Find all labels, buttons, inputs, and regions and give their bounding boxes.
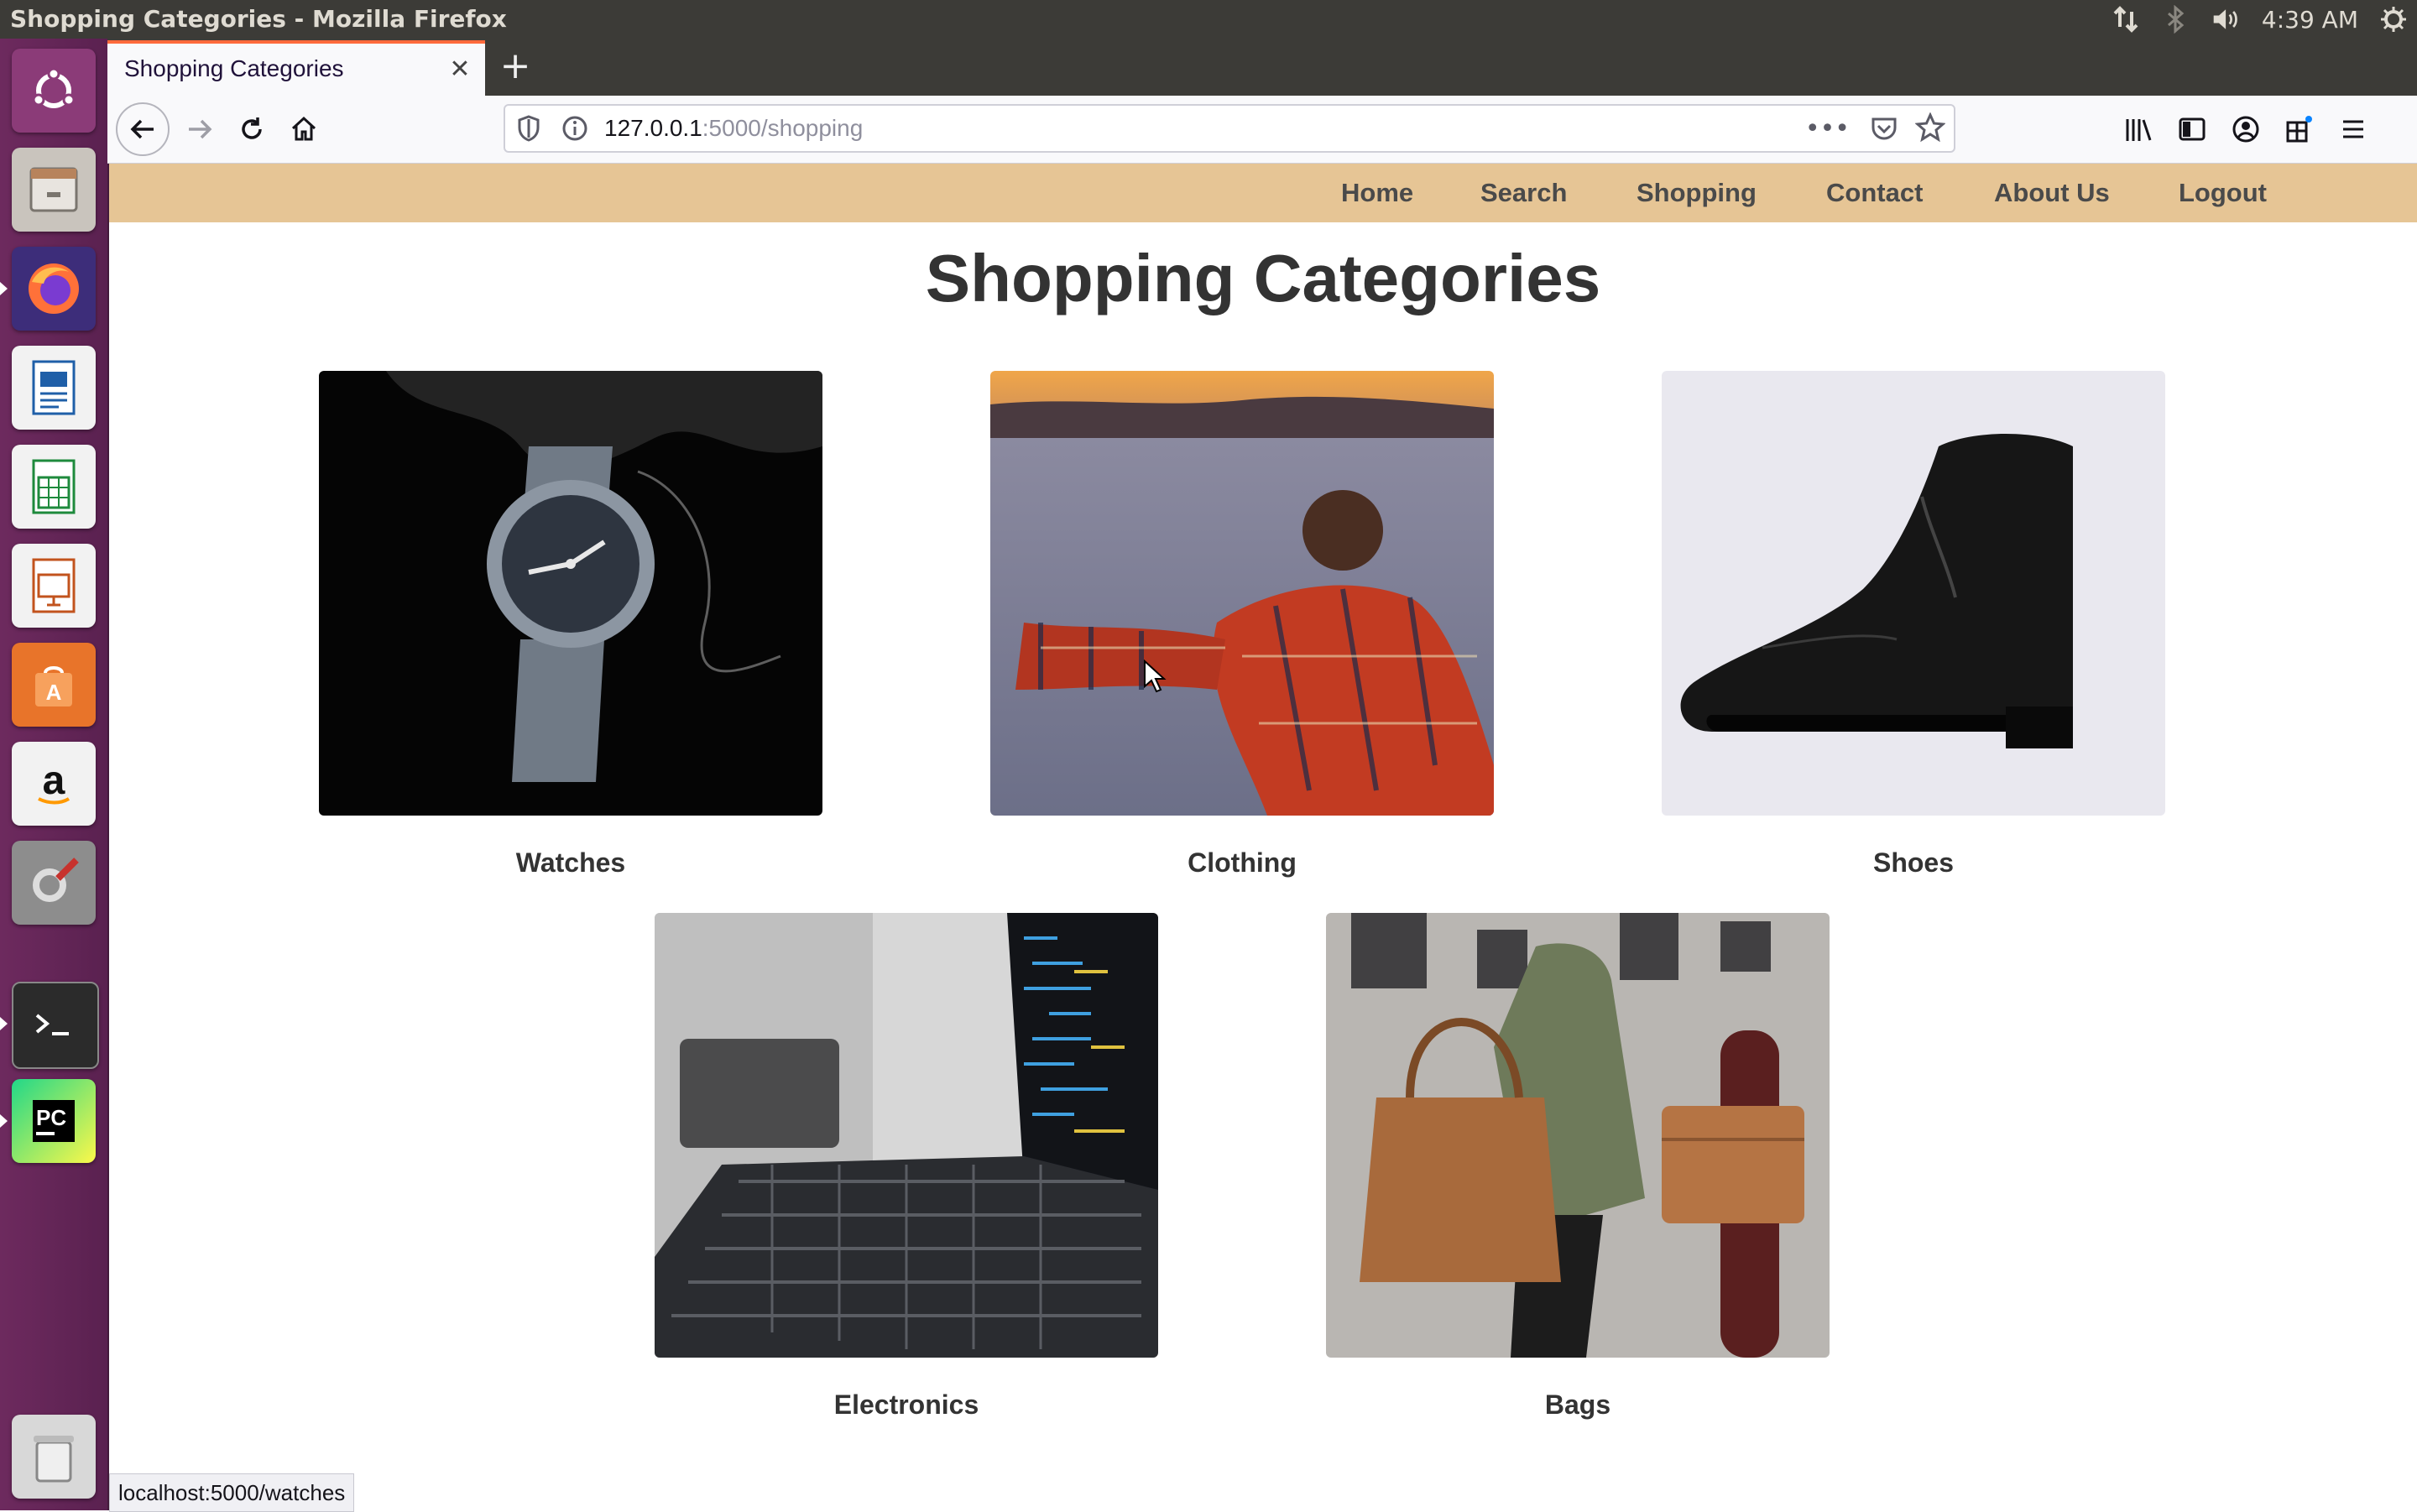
url-text[interactable]: 127.0.0.1:5000/shopping <box>604 106 863 151</box>
terminal-icon[interactable] <box>12 982 99 1069</box>
writer-icon[interactable] <box>12 346 96 430</box>
trash-icon[interactable] <box>12 1415 96 1499</box>
category-label-shoes[interactable]: Shoes <box>1662 847 2165 879</box>
navigation-toolbar: 127.0.0.1:5000/shopping ••• <box>107 96 2417 164</box>
page-actions-icon[interactable]: ••• <box>1805 114 1850 143</box>
running-app-indicator <box>0 1017 8 1030</box>
url-host: 127.0.0.1 <box>604 115 702 141</box>
impress-icon[interactable] <box>12 544 96 628</box>
network-icon[interactable] <box>2111 4 2141 34</box>
page-title: Shopping Categories <box>925 241 1601 315</box>
home-button[interactable] <box>282 107 326 151</box>
nav-link-logout[interactable]: Logout <box>2179 164 2267 222</box>
amazon-icon[interactable]: a <box>12 742 96 826</box>
url-path: :5000/shopping <box>702 115 864 141</box>
window-title: Shopping Categories - Mozilla Firefox <box>10 5 507 33</box>
nav-link-home[interactable]: Home <box>1341 164 1413 222</box>
software-center-icon[interactable]: A <box>12 643 96 727</box>
volume-icon[interactable] <box>2211 4 2242 34</box>
sidebar-toggle-icon[interactable] <box>2170 107 2214 151</box>
status-link-preview: localhost:5000/watches <box>109 1473 355 1512</box>
reload-button[interactable] <box>230 107 274 151</box>
nav-link-about-us[interactable]: About Us <box>1994 164 2110 222</box>
forward-button[interactable] <box>178 107 222 151</box>
extensions-icon[interactable] <box>2278 107 2321 151</box>
new-tab-button[interactable]: + <box>497 45 534 87</box>
bookmark-star-icon[interactable] <box>1914 112 1946 146</box>
category-label-watches[interactable]: Watches <box>319 847 822 879</box>
power-gear-icon[interactable] <box>2378 4 2409 34</box>
bags-image[interactable] <box>1326 913 1830 1358</box>
svg-text:a: a <box>43 759 65 803</box>
svg-text:A: A <box>46 680 62 705</box>
calc-icon[interactable] <box>12 445 96 529</box>
account-icon[interactable] <box>2224 107 2268 151</box>
category-label-clothing[interactable]: Clothing <box>990 847 1494 879</box>
settings-icon[interactable] <box>12 841 96 925</box>
category-label-bags[interactable]: Bags <box>1326 1389 1830 1421</box>
back-button[interactable] <box>116 102 170 156</box>
pocket-icon[interactable] <box>1870 114 1898 146</box>
pycharm-icon[interactable]: PC <box>12 1079 96 1163</box>
mouse-cursor <box>1143 659 1167 696</box>
site-info-icon[interactable] <box>561 114 589 146</box>
tracking-shield-icon[interactable] <box>515 114 542 146</box>
svg-text:PC: PC <box>36 1105 66 1130</box>
menu-hamburger-icon[interactable] <box>2331 107 2375 151</box>
url-bar[interactable]: 127.0.0.1:5000/shopping ••• <box>504 104 1955 153</box>
bluetooth-icon[interactable] <box>2161 4 2191 34</box>
tab-shopping-categories[interactable]: Shopping Categories ✕ <box>107 40 485 96</box>
running-app-indicator-2 <box>0 1114 8 1128</box>
active-app-indicator <box>0 282 8 295</box>
shoes-image[interactable] <box>1662 371 2165 816</box>
watches-image[interactable] <box>319 371 822 816</box>
nav-link-shopping[interactable]: Shopping <box>1637 164 1757 222</box>
panel-indicators: 4:39 AM <box>2111 0 2409 39</box>
close-tab-icon[interactable]: ✕ <box>446 55 473 84</box>
category-label-electronics[interactable]: Electronics <box>655 1389 1158 1421</box>
system-top-panel: Shopping Categories - Mozilla Firefox 4:… <box>0 0 2417 39</box>
nav-link-search[interactable]: Search <box>1480 164 1567 222</box>
clock[interactable]: 4:39 AM <box>2262 6 2358 34</box>
ubuntu-dash-icon[interactable] <box>12 49 96 133</box>
firefox-icon[interactable] <box>12 247 96 331</box>
launcher-sidebar: A a PC <box>0 39 109 1510</box>
site-navbar: Home Search Shopping Contact About Us Lo… <box>109 164 2417 222</box>
tab-title: Shopping Categories <box>124 55 344 81</box>
nav-link-contact[interactable]: Contact <box>1826 164 1923 222</box>
electronics-image[interactable] <box>655 913 1158 1358</box>
clothing-image[interactable] <box>990 371 1494 816</box>
files-icon[interactable] <box>12 148 96 232</box>
library-icon[interactable] <box>2117 107 2160 151</box>
